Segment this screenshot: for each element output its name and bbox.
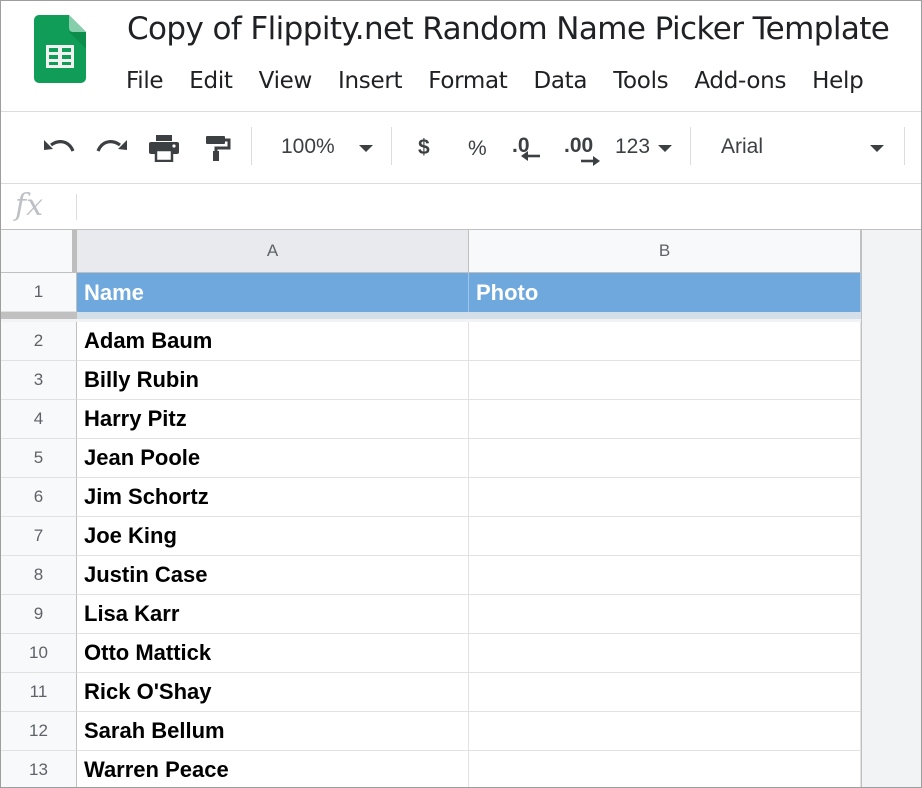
menu-bar: File Edit View Insert Format Data Tools … [113,65,876,97]
select-all-corner[interactable] [1,230,77,273]
menu-edit[interactable]: Edit [176,65,245,97]
name-cell[interactable]: Warren Peace [77,751,469,787]
document-title[interactable]: Copy of Flippity.net Random Name Picker … [127,11,890,47]
fx-icon: fx [15,188,44,223]
menu-format[interactable]: Format [415,65,520,97]
formula-bar: fx [1,183,921,230]
paint-format-icon[interactable] [199,134,233,162]
name-cell[interactable]: Sarah Bellum [77,712,469,751]
column-header-b[interactable]: B [469,230,861,273]
toolbar-separator [904,127,905,165]
row-header[interactable]: 5 [1,439,77,478]
row-header[interactable]: 6 [1,478,77,517]
name-cell[interactable]: Justin Case [77,556,469,595]
row-header[interactable]: 2 [1,322,77,361]
photo-cell[interactable] [469,595,861,634]
name-cell[interactable]: Rick O'Shay [77,673,469,712]
row-header[interactable]: 13 [1,751,77,787]
row-header[interactable]: 9 [1,595,77,634]
row-header[interactable]: 8 [1,556,77,595]
photo-cell[interactable] [469,634,861,673]
name-cell[interactable]: Harry Pitz [77,400,469,439]
frozen-row-divider-highlight [77,312,861,319]
column-header-a[interactable]: A [77,230,469,273]
menu-add-ons[interactable]: Add-ons [681,65,799,97]
font-chevron-down-icon[interactable] [870,145,884,152]
name-cell[interactable]: Billy Rubin [77,361,469,400]
undo-icon[interactable] [42,134,76,162]
name-cell[interactable]: Lisa Karr [77,595,469,634]
format-percent-button[interactable]: % [468,135,487,163]
photo-cell[interactable] [469,673,861,712]
photo-cell[interactable] [469,439,861,478]
google-sheets-logo-icon[interactable] [34,15,86,83]
name-cell[interactable]: Joe King [77,517,469,556]
more-formats-button[interactable]: 123 [615,133,650,161]
photo-cell[interactable] [469,322,861,361]
photo-cell[interactable] [469,556,861,595]
redo-icon[interactable] [95,134,129,162]
header-cell-photo[interactable]: Photo [469,273,861,312]
name-cell[interactable]: Jean Poole [77,439,469,478]
arrow-right-icon [579,151,601,171]
menu-insert[interactable]: Insert [325,65,415,97]
menu-file[interactable]: File [113,65,176,97]
more-formats-chevron-down-icon[interactable] [658,145,672,152]
name-cell[interactable]: Jim Schortz [77,478,469,517]
row-header[interactable]: 4 [1,400,77,439]
header-cell-name[interactable]: Name [77,273,469,312]
name-cell[interactable]: Adam Baum [77,322,469,361]
photo-cell[interactable] [469,361,861,400]
photo-cell[interactable] [469,478,861,517]
print-icon[interactable] [147,134,181,162]
format-currency-button[interactable]: $ [418,134,430,162]
spreadsheet-window: Copy of Flippity.net Random Name Picker … [0,0,922,788]
zoom-select[interactable]: 100% [281,133,335,161]
menu-help[interactable]: Help [799,65,876,97]
toolbar-separator [391,127,392,165]
row-header[interactable]: 3 [1,361,77,400]
toolbar-separator [251,127,252,165]
row-header[interactable]: 1 [1,273,77,312]
menu-data[interactable]: Data [520,65,600,97]
photo-cell[interactable] [469,751,861,787]
grid-empty-area [861,230,921,787]
font-family-select[interactable]: Arial [721,133,763,161]
row-header[interactable]: 12 [1,712,77,751]
photo-cell[interactable] [469,712,861,751]
toolbar [1,112,921,183]
zoom-chevron-down-icon[interactable] [359,145,373,152]
row-header[interactable]: 7 [1,517,77,556]
name-cell[interactable]: Otto Mattick [77,634,469,673]
photo-cell[interactable] [469,517,861,556]
menu-view[interactable]: View [246,65,325,97]
formula-bar-separator [76,194,77,220]
row-header[interactable]: 10 [1,634,77,673]
sheet-grid: A B 1 Name Photo 2 Adam Baum 3 Billy Rub… [1,230,921,787]
arrow-left-icon [520,146,542,166]
row-header[interactable]: 11 [1,673,77,712]
toolbar-separator [690,127,691,165]
photo-cell[interactable] [469,400,861,439]
menu-tools[interactable]: Tools [600,65,681,97]
formula-input[interactable] [81,192,901,222]
